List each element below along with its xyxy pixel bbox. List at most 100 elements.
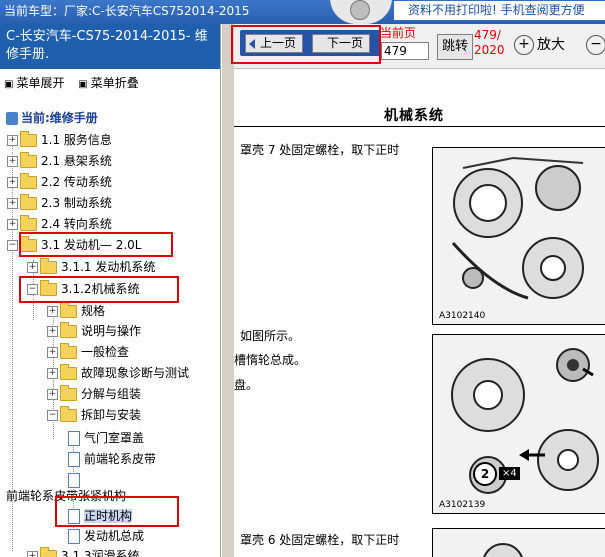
- collapse-toggle-icon[interactable]: −: [47, 410, 58, 421]
- expand-toggle-icon[interactable]: +: [7, 156, 18, 167]
- engine-diagram-2: [433, 335, 605, 513]
- page-icon: [68, 529, 80, 544]
- menu-expand-button[interactable]: ▣ 菜单展开: [4, 76, 64, 90]
- collapse-toggle-icon[interactable]: −: [7, 240, 18, 251]
- folder-icon: [60, 343, 77, 359]
- engine-diagram-1: [433, 148, 605, 324]
- tree-root[interactable]: 当前:维修手册: [6, 108, 98, 128]
- folder-icon: [60, 364, 77, 380]
- page-icon: [68, 509, 80, 524]
- tree-item[interactable]: + 故障现象诊断与测试: [47, 363, 189, 383]
- page-icon: [68, 473, 80, 488]
- expand-toggle-icon[interactable]: +: [7, 198, 18, 209]
- callout-number: 2: [473, 462, 497, 486]
- expand-toggle-icon[interactable]: +: [47, 326, 58, 337]
- tree-item[interactable]: +3.1.1 发动机系统: [27, 257, 155, 277]
- left-panel: C-长安汽车-CS75-2014-2015- 维修手册. ▣ 菜单展开 ▣ 菜单折叠…: [0, 24, 221, 557]
- tree-item[interactable]: +1.1 服务信息: [7, 130, 112, 150]
- figure-idler-pulley: 2 ×4 A3102139: [432, 334, 605, 514]
- tree-item[interactable]: + 分解与组装: [47, 384, 141, 404]
- folder-icon: [40, 258, 57, 274]
- expand-toggle-icon[interactable]: +: [47, 368, 58, 379]
- expand-toggle-icon[interactable]: +: [7, 135, 18, 146]
- doc-line: 罩壳 6 处固定螺栓，取下正时: [240, 533, 400, 547]
- doc-line: 罩壳 7 处固定螺栓，取下正时: [240, 143, 400, 157]
- document-page[interactable]: 机械系统 罩壳 7 处固定螺栓，取下正时 A3102140 如图所示。 槽惰轮总…: [234, 69, 605, 557]
- expand-toggle-icon[interactable]: +: [27, 262, 38, 273]
- model-name: 厂家:C-长安汽车CS752014-2015: [64, 4, 250, 18]
- page-number-input[interactable]: [381, 42, 429, 60]
- doc-line: 如图所示。: [240, 329, 301, 343]
- tree-leaf[interactable]: 气门室罩盖: [68, 428, 144, 448]
- title-rule: [234, 126, 605, 127]
- folder-icon: [60, 406, 77, 422]
- figure-timing-cover: A3102140: [432, 147, 605, 325]
- tooltip: 前端轮系皮带张紧机构: [6, 489, 127, 503]
- zoom-out-button[interactable]: −: [586, 34, 605, 56]
- menu-collapse-button[interactable]: ▣ 菜单折叠: [78, 76, 138, 90]
- next-page-button[interactable]: 下一页: [312, 34, 381, 53]
- tree-item[interactable]: +3.1.3润滑系统: [27, 546, 140, 557]
- folder-icon: [20, 236, 37, 252]
- folder-icon: [20, 194, 37, 210]
- expand-toggle-icon[interactable]: +: [7, 219, 18, 230]
- arrow-left-icon: [244, 39, 255, 49]
- folder-icon: [60, 302, 77, 318]
- figure-partial: [432, 528, 605, 557]
- doc-line: 槽惰轮总成。: [234, 353, 307, 367]
- zoom-in-button[interactable]: + 放大: [514, 34, 565, 56]
- page-count: 479/2020: [474, 28, 505, 57]
- panel-splitter[interactable]: [221, 24, 235, 557]
- page-icon: [68, 431, 80, 446]
- collapse-toggle-icon[interactable]: −: [27, 284, 38, 295]
- tree-leaf[interactable]: 前端轮系皮带: [68, 449, 156, 469]
- folder-icon: [20, 131, 37, 147]
- folder-icon: [20, 173, 37, 189]
- doc-line: 盘。: [234, 378, 259, 392]
- expand-toggle-icon[interactable]: +: [47, 306, 58, 317]
- expand-toggle-icon[interactable]: +: [27, 551, 38, 557]
- tree-item[interactable]: + 规格: [47, 301, 105, 321]
- figure-code: A3102140: [439, 311, 486, 321]
- folder-icon: [20, 215, 37, 231]
- jump-button[interactable]: 跳转: [437, 34, 473, 60]
- tree-controls: ▣ 菜单展开 ▣ 菜单折叠: [4, 74, 149, 91]
- page-icon: [68, 452, 80, 467]
- tree-root-label: 当前:维修手册: [21, 111, 98, 125]
- folder-icon: [60, 385, 77, 401]
- folder-icon: [60, 322, 77, 338]
- tree-item[interactable]: +2.4 转向系统: [7, 214, 112, 234]
- collapse-icon: ▣: [78, 79, 88, 90]
- expand-toggle-icon[interactable]: +: [7, 177, 18, 188]
- callout-multiplier: ×4: [499, 467, 520, 480]
- tree-item[interactable]: +2.3 制动系统: [7, 193, 112, 213]
- tree-item-removal[interactable]: − 拆卸与安装: [47, 405, 141, 425]
- current-model: 当前车型：厂家:C-长安汽车CS752014-2015: [4, 2, 249, 19]
- zoom-out-icon: −: [586, 35, 605, 55]
- tree-item-engine[interactable]: −3.1 发动机— 2.0L: [7, 235, 141, 255]
- figure-code: A3102139: [439, 500, 486, 510]
- tree-item[interactable]: + 说明与操作: [47, 321, 141, 341]
- folder-icon: [20, 152, 37, 168]
- tree-item[interactable]: + 一般检查: [47, 342, 129, 362]
- model-prefix: 当前车型：: [4, 4, 65, 18]
- tree-leaf-timing[interactable]: 正时机构: [68, 506, 133, 526]
- tree-item[interactable]: +2.1 悬架系统: [7, 151, 112, 171]
- tree-leaf[interactable]: 发动机总成: [68, 526, 144, 546]
- engine-diagram-3: [433, 529, 605, 557]
- manual-icon: [6, 112, 18, 125]
- car-title: C-长安汽车-CS75-2014-2015- 维修手册.: [0, 24, 220, 69]
- expand-icon: ▣: [4, 79, 14, 90]
- document-title: 机械系统: [384, 108, 444, 124]
- mascot-image: [330, 0, 392, 24]
- prev-page-button[interactable]: 上一页: [244, 34, 304, 53]
- top-bar: 当前车型：厂家:C-长安汽车CS752014-2015 资料不用打印啦! 手机查…: [0, 0, 605, 24]
- tree-item[interactable]: +2.2 传动系统: [7, 172, 112, 192]
- expand-toggle-icon[interactable]: +: [47, 389, 58, 400]
- folder-icon: [40, 280, 57, 296]
- current-page-label: 当前页: [380, 26, 417, 40]
- promo-banner[interactable]: 资料不用打印啦! 手机查阅更方便: [393, 0, 605, 21]
- folder-icon: [40, 547, 57, 557]
- expand-toggle-icon[interactable]: +: [47, 347, 58, 358]
- tree-item-mechanical[interactable]: −3.1.2机械系统: [27, 279, 140, 299]
